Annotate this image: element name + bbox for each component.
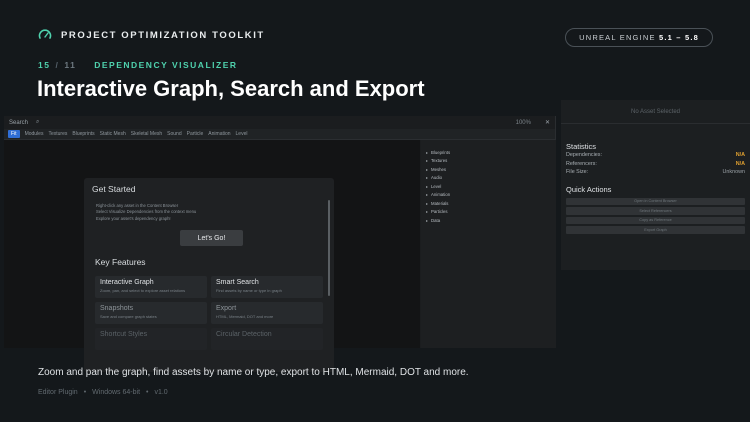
feature-title: Smart Search bbox=[216, 279, 259, 286]
meta-item: Editor Plugin bbox=[38, 389, 78, 396]
get-started-title: Get Started bbox=[92, 184, 136, 194]
zoom-level[interactable]: 100% bbox=[516, 120, 531, 126]
feature-card-smart-search[interactable]: Smart Search Find assets by name or type… bbox=[211, 276, 323, 298]
asset-type-item[interactable]: Audio bbox=[421, 174, 556, 183]
caption: Zoom and pan the graph, find assets by n… bbox=[38, 367, 469, 378]
quick-action-button[interactable]: Export Graph bbox=[566, 226, 745, 234]
search-label[interactable]: Search bbox=[9, 120, 28, 126]
editor-toolbar: Fit Modules Textures Blueprints Static M… bbox=[4, 129, 555, 140]
toolbar-filter-button[interactable]: Skeletal Mesh bbox=[131, 131, 162, 137]
step-separator: / bbox=[55, 60, 60, 70]
stat-row-file-size: File Size: Unknown bbox=[561, 168, 750, 177]
page-title: Interactive Graph, Search and Export bbox=[37, 76, 425, 101]
stat-label: File Size: bbox=[566, 169, 589, 176]
engine-version: 5.1 – 5.8 bbox=[659, 33, 699, 42]
editor-window: Search ⌕ 100% ✕ Fit Modules Textures Blu… bbox=[4, 116, 556, 372]
lets-go-button[interactable]: Let's Go! bbox=[180, 230, 243, 246]
feature-desc: Save and compare graph states bbox=[100, 314, 157, 319]
asset-type-item[interactable]: Animation bbox=[421, 191, 556, 200]
search-icon[interactable]: ⌕ bbox=[36, 119, 39, 126]
asset-type-item[interactable]: Meshes bbox=[421, 165, 556, 174]
asset-type-item[interactable]: Data bbox=[421, 216, 556, 225]
feature-title: Snapshots bbox=[100, 305, 134, 312]
toolbar-filter-button[interactable]: Blueprints bbox=[72, 131, 94, 137]
feature-desc: HTML, Mermaid, DOT and more bbox=[216, 314, 274, 319]
statistics-title: Statistics bbox=[566, 142, 597, 151]
dialog-scrollbar[interactable] bbox=[328, 200, 330, 296]
stat-value: N/A bbox=[735, 152, 745, 159]
gauge-icon bbox=[38, 29, 52, 39]
stat-label: Referencers: bbox=[566, 160, 597, 167]
feature-card-snapshots[interactable]: Snapshots Save and compare graph states bbox=[95, 302, 207, 324]
get-started-description: Right-click any asset in the Content Bro… bbox=[96, 203, 246, 222]
close-icon[interactable]: ✕ bbox=[545, 119, 550, 126]
engine-version-badge: UNREAL ENGINE 5.1 – 5.8 bbox=[565, 28, 713, 47]
meta-separator: • bbox=[83, 389, 87, 396]
stat-row-dependencies: Dependencies: N/A bbox=[561, 151, 750, 160]
inspector-header: No Asset Selected bbox=[561, 100, 750, 124]
asset-type-item[interactable]: Blueprints bbox=[421, 148, 556, 157]
toolbar-fit-button[interactable]: Fit bbox=[8, 130, 20, 138]
graph-canvas[interactable]: Get Started Right-click any asset in the… bbox=[4, 140, 420, 372]
editor-titlebar: Search ⌕ 100% ✕ bbox=[4, 116, 555, 129]
brand-name: PROJECT OPTIMIZATION TOOLKIT bbox=[61, 29, 265, 41]
step-current: 15 bbox=[38, 60, 51, 70]
feature-title: Circular Detection bbox=[216, 331, 272, 338]
stat-value: Unknown bbox=[722, 169, 745, 176]
engine-label: UNREAL ENGINE bbox=[579, 33, 656, 42]
inspector-panel: No Asset Selected Statistics Dependencie… bbox=[561, 100, 750, 270]
toolbar-filter-button[interactable]: Animation bbox=[208, 131, 230, 137]
asset-type-panel: Blueprints Textures Meshes Audio Level A… bbox=[421, 140, 556, 348]
feature-card-interactive-graph[interactable]: Interactive Graph Zoom, pan, and select … bbox=[95, 276, 207, 298]
editor-body: Get Started Right-click any asset in the… bbox=[4, 140, 556, 372]
feature-desc: Zoom, pan, and select to explore asset r… bbox=[100, 288, 186, 293]
step-label: DEPENDENCY VISUALIZER bbox=[94, 60, 238, 70]
feature-title: Shortcut Styles bbox=[100, 331, 148, 338]
feature-title: Interactive Graph bbox=[100, 279, 154, 286]
quick-actions-title: Quick Actions bbox=[566, 184, 612, 194]
toolbar-filter-button[interactable]: Textures bbox=[48, 131, 67, 137]
meta-item: v1.0 bbox=[154, 389, 168, 396]
toolbar-filter-button[interactable]: Sound bbox=[167, 131, 181, 137]
meta-separator: • bbox=[146, 389, 149, 396]
step-total: 11 bbox=[64, 60, 77, 70]
asset-type-item[interactable]: Materials bbox=[421, 199, 556, 208]
feature-title: Export bbox=[216, 305, 237, 312]
stat-label: Dependencies: bbox=[566, 152, 602, 159]
meta-item: Windows 64-bit bbox=[92, 389, 141, 396]
feature-desc: Find assets by name or type in graph bbox=[216, 288, 282, 293]
stat-row-referencers: Referencers: N/A bbox=[561, 160, 750, 169]
step-indicator: 15 / 11 DEPENDENCY VISUALIZER bbox=[38, 60, 238, 70]
get-started-dialog: Get Started Right-click any asset in the… bbox=[84, 178, 334, 372]
feature-card-circular-detection[interactable]: Circular Detection bbox=[211, 328, 323, 350]
toolbar-filter-button[interactable]: Static Mesh bbox=[100, 131, 126, 137]
get-started-line: Explore your asset's dependency graph! bbox=[96, 215, 171, 221]
toolbar-filter-button[interactable]: Modules bbox=[25, 131, 44, 137]
toolbar-filter-button[interactable]: Particle bbox=[187, 131, 204, 137]
asset-type-item[interactable]: Particles bbox=[421, 208, 556, 217]
feature-card-shortcut-styles[interactable]: Shortcut Styles bbox=[95, 328, 207, 350]
feature-card-export[interactable]: Export HTML, Mermaid, DOT and more bbox=[211, 302, 323, 324]
asset-type-list: Blueprints Textures Meshes Audio Level A… bbox=[421, 140, 556, 225]
asset-type-item[interactable]: Textures bbox=[421, 157, 556, 166]
stat-value: N/A bbox=[735, 160, 745, 167]
asset-type-item[interactable]: Level bbox=[421, 182, 556, 191]
brand: PROJECT OPTIMIZATION TOOLKIT bbox=[38, 28, 265, 42]
quick-action-button[interactable]: Copy as Reference bbox=[566, 216, 745, 224]
key-features-title: Key Features bbox=[95, 257, 146, 267]
toolbar-filter-button[interactable]: Level bbox=[236, 131, 248, 137]
meta-info: Editor Plugin • Windows 64-bit • v1.0 bbox=[38, 389, 168, 396]
quick-action-button[interactable]: Open in Content Browser bbox=[566, 197, 745, 205]
quick-action-button[interactable]: Select Referencers bbox=[566, 207, 745, 215]
